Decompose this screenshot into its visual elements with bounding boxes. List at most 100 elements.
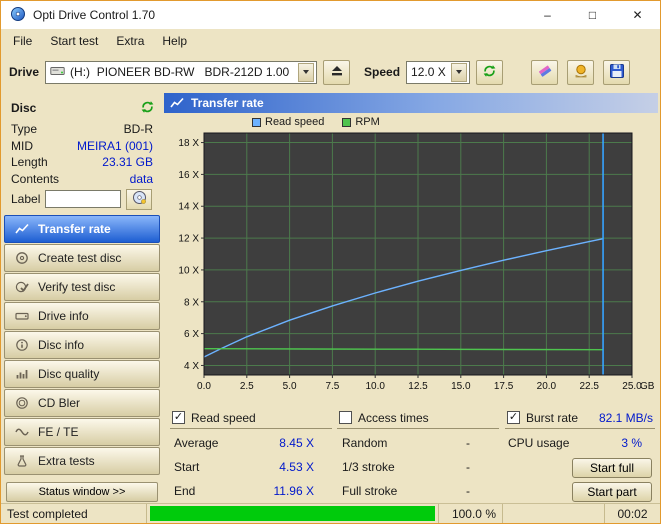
menu-item-start-test[interactable]: Start test — [41, 30, 107, 52]
field-value: data — [129, 171, 153, 186]
stat-label-average: Average — [174, 436, 219, 450]
stat-value-average: 8.45 X — [279, 436, 314, 450]
sidebar-item-extra-tests[interactable]: Extra tests — [4, 447, 160, 475]
svg-text:10 X: 10 X — [178, 265, 199, 276]
drive-select[interactable]: (H:) PIONEER BD-RW BDR-212D 1.00 — [45, 60, 318, 84]
legend-swatch-read-speed — [252, 117, 261, 127]
stat-label-end: End — [174, 484, 196, 498]
checkbox-burst-rate[interactable]: ✓ — [507, 411, 520, 424]
statusbar: Test completed 100.0 % 00:02 — [1, 503, 660, 523]
elapsed-time: 00:02 — [604, 504, 660, 523]
svg-text:10.0: 10.0 — [365, 381, 385, 392]
sidebar-item-fe-te[interactable]: FE / TE — [4, 418, 160, 446]
legend-item-read-speed: Read speed — [252, 116, 324, 128]
progress-fill — [150, 506, 435, 521]
sidebar-item-create-test-disc[interactable]: Create test disc — [4, 244, 160, 272]
svg-text:0.0: 0.0 — [197, 381, 211, 392]
statusbar-spacer — [503, 504, 604, 523]
menu-item-file[interactable]: File — [4, 30, 41, 52]
minimize-button[interactable]: – — [525, 1, 570, 29]
svg-text:22.5: 22.5 — [579, 381, 599, 392]
result-options-row: ✓ Read speed ✓ Access times ✓ Burst rate… — [164, 407, 658, 431]
stat-value-start: 4.53 X — [279, 460, 314, 474]
drive-select-arrow[interactable] — [298, 62, 315, 82]
field-label: Label — [11, 192, 41, 206]
drive-select-value: (H:) PIONEER BD-RW BDR-212D 1.00 — [70, 65, 290, 79]
svg-text:16 X: 16 X — [178, 170, 199, 181]
disc-panel: Disc Type BD-R MID MEIRA1 (001) Length 2… — [3, 93, 161, 503]
stat-label-full-stroke: Full stroke — [342, 484, 398, 498]
svg-text:GB: GB — [640, 381, 655, 392]
svg-text:15.0: 15.0 — [451, 381, 471, 392]
main-header: Transfer rate — [164, 93, 658, 113]
save-report-button[interactable] — [603, 59, 630, 85]
disc-quality-icon — [14, 367, 30, 381]
sidebar-item-label: Verify test disc — [38, 280, 116, 294]
svg-text:6 X: 6 X — [184, 329, 199, 340]
sidebar-item-label: Disc info — [38, 338, 85, 352]
close-button[interactable]: ✕ — [615, 1, 660, 29]
menubar: File Start test Extra Help — [1, 29, 660, 53]
eraser-icon — [537, 63, 553, 82]
label-input[interactable] — [45, 190, 122, 208]
app-window: Opti Drive Control 1.70 – □ ✕ File Start… — [0, 0, 661, 524]
field-row-mid: MID MEIRA1 (001) — [3, 138, 161, 155]
progress-bar — [147, 504, 439, 523]
burst-rate-group: ✓ Burst rate 82.1 MB/s — [505, 407, 655, 429]
transfer-rate-icon — [170, 96, 184, 110]
sidebar-item-disc-info[interactable]: Disc info — [4, 331, 160, 359]
speed-select-value: 12.0 X — [411, 65, 446, 79]
disc-info-icon — [14, 338, 30, 352]
chart-legend: Read speed RPM — [164, 115, 658, 129]
sidebar-item-transfer-rate[interactable]: Transfer rate — [4, 215, 160, 243]
stat-label-start: Start — [174, 460, 200, 474]
speed-select-arrow[interactable] — [451, 62, 468, 82]
cpu-usage-label: CPU usage — [508, 436, 570, 450]
start-full-button[interactable]: Start full — [572, 458, 652, 478]
sidebar-item-label: FE / TE — [38, 425, 79, 439]
flask-icon — [14, 454, 30, 468]
disc-panel-header: Disc — [3, 95, 161, 121]
start-part-button[interactable]: Start part — [572, 482, 652, 502]
checkbox-access-times[interactable]: ✓ — [339, 411, 352, 424]
disc-header-label: Disc — [11, 101, 37, 115]
refresh-icon — [140, 100, 155, 117]
disc-icon — [132, 190, 147, 208]
donate-button[interactable] — [567, 59, 594, 85]
sidebar-item-label: Transfer rate — [38, 222, 111, 236]
refresh-icon — [482, 64, 497, 81]
sidebar-item-label: Create test disc — [38, 251, 122, 265]
speed-select[interactable]: 12.0 X — [406, 60, 471, 84]
burst-rate-value: 82.1 MB/s — [598, 410, 653, 425]
floppy-icon — [609, 63, 625, 82]
read-speed-group: ✓ Read speed — [170, 407, 332, 429]
drive-icon — [50, 65, 65, 80]
read-label-button[interactable] — [126, 188, 153, 210]
refresh-speeds-button[interactable] — [476, 59, 504, 85]
eject-button[interactable] — [323, 59, 351, 85]
svg-text:14 X: 14 X — [178, 202, 199, 213]
sidebar-item-label: Disc quality — [38, 367, 100, 381]
checkbox-label: Read speed — [191, 410, 256, 425]
status-window-button[interactable]: Status window >> — [6, 482, 158, 502]
checkbox-label: Access times — [358, 410, 429, 425]
fe-te-icon — [14, 425, 30, 439]
sidebar-item-disc-quality[interactable]: Disc quality — [4, 360, 160, 388]
stat-value-random: - — [466, 436, 470, 450]
svg-text:4 X: 4 X — [184, 361, 199, 372]
toolbar: Drive (H:) PIONEER BD-RW BDR-212D 1.00 S… — [1, 53, 660, 91]
disc-refresh-button[interactable] — [140, 100, 155, 117]
menu-item-help[interactable]: Help — [153, 30, 196, 52]
sidebar-item-verify-test-disc[interactable]: Verify test disc — [4, 273, 160, 301]
sidebar-item-cd-bler[interactable]: CD Bler — [4, 389, 160, 417]
legend-item-rpm: RPM — [342, 116, 380, 128]
stat-value-end: 11.96 X — [273, 484, 314, 498]
speed-label: Speed — [364, 65, 401, 79]
checkbox-read-speed[interactable]: ✓ — [172, 411, 185, 424]
access-times-group: ✓ Access times — [337, 407, 499, 429]
maximize-button[interactable]: □ — [570, 1, 615, 29]
erase-disc-button[interactable] — [531, 59, 558, 85]
menu-item-extra[interactable]: Extra — [107, 30, 153, 52]
svg-text:12 X: 12 X — [178, 234, 199, 245]
sidebar-item-drive-info[interactable]: Drive info — [4, 302, 160, 330]
